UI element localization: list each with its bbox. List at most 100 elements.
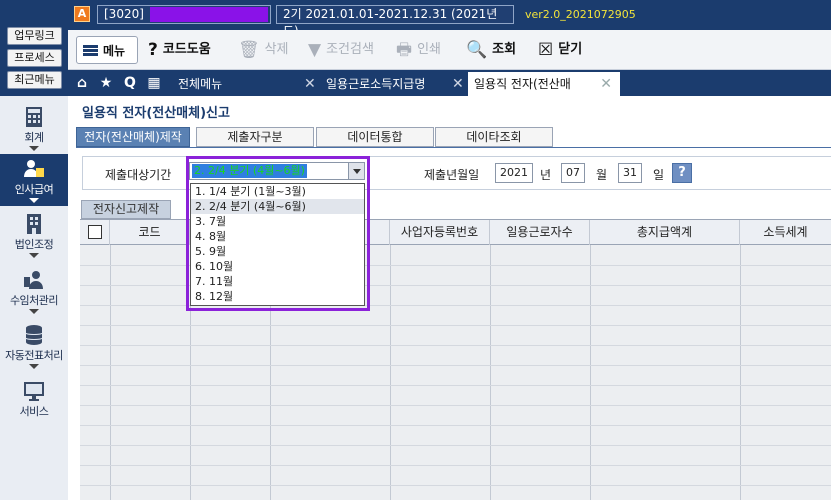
dropdown-option[interactable]: 2. 2/4 분기 (4월~6월) [191,199,364,214]
nav-auto-voucher[interactable]: 자동전표처리 [0,324,68,376]
nav-label: 회계 [24,131,44,144]
period-label: 제출대상기간 [105,168,172,182]
database-icon [25,325,43,345]
building-icon [27,214,41,234]
query-button[interactable]: 🔍 조회 [466,36,516,64]
grid-divider [590,245,591,500]
search-icon: 🔍 [466,40,488,60]
nav-accounting[interactable]: 회계 [0,106,68,156]
quick-link-business[interactable]: 업무링크 [7,27,62,45]
grid-row-line [80,385,831,386]
header-worker-count[interactable]: 일용근로자수 [490,220,590,245]
nav-payroll[interactable]: 인사급여 [0,154,68,206]
menu-button[interactable]: 메뉴 [76,36,138,64]
grid-row-line [80,365,831,366]
code-help-button[interactable]: ? 코드도움 [148,36,211,64]
filter-icon: ▼ [308,40,322,60]
search-q-icon[interactable]: Q [120,73,140,93]
nav-label: 수임처관리 [9,294,59,307]
star-icon[interactable]: ★ [96,73,116,93]
period-dropdown-list[interactable]: 1. 1/4 분기 (1월~3월) 2. 2/4 분기 (4월~6월) 3. 7… [190,183,365,306]
day-unit: 일 [653,168,665,182]
nav-client[interactable]: 수임처관리 [0,269,68,319]
dropdown-option[interactable]: 3. 7월 [191,214,364,229]
subtab-data-view[interactable]: 데이타조회 [435,127,553,147]
query-label: 조회 [492,42,517,57]
nav-label: 서비스 [19,405,49,418]
redacted-company-name [150,7,268,22]
monitor-icon [24,382,44,401]
delete-label: 삭제 [264,42,289,57]
chevron-down-icon [29,364,39,369]
close-tab-icon[interactable]: ✕ [304,72,316,96]
menu-button-label: 메뉴 [103,44,126,58]
calculator-icon [26,107,42,127]
quick-link-recent[interactable]: 최근메뉴 [7,71,62,89]
tab-daily-income[interactable]: ✕ 일용근로소득지급명 [304,72,452,96]
close-label: 닫기 [558,42,583,57]
company-code-text: [3020] [104,7,144,21]
header-checkbox-cell[interactable] [80,220,110,245]
nav-label: 인사급여 [14,183,54,196]
dropdown-option[interactable]: 1. 1/4 분기 (1월~3월) [191,184,364,199]
nav-label: 법인조정 [14,238,54,251]
trash-icon: 🗑 [238,40,260,60]
dropdown-option[interactable]: 4. 8월 [191,229,364,244]
grid-row-line [80,465,831,466]
subtab-electronic-make[interactable]: 전자(전산매체)제작 [76,127,190,147]
header-code[interactable]: 코드 [110,220,190,245]
month-unit: 월 [596,168,608,182]
company-code: [3020] [97,5,271,24]
help-button[interactable]: ? [672,163,692,183]
day-input[interactable]: 31 [618,163,642,183]
person-icon [24,271,43,289]
fiscal-period: 2기 2021.01.01-2021.12.31 (2021년도) [276,5,514,38]
dropdown-option[interactable]: 6. 10월 [191,259,364,274]
grid-divider [390,245,391,500]
grid-row-line [80,325,831,326]
tab-all-menu[interactable]: 전체메뉴 [174,72,304,96]
dropdown-option[interactable]: 7. 11월 [191,274,364,289]
close-tab-icon[interactable]: ✕ [452,72,464,96]
select-all-checkbox[interactable] [88,225,102,239]
chevron-down-icon [29,309,39,314]
year-unit: 년 [540,168,552,182]
subtab-submitter[interactable]: 제출자구분 [196,127,314,147]
delete-button[interactable]: 🗑 삭제 [238,36,289,64]
tab-label: 전체메뉴 [178,77,223,91]
header-total-payment[interactable]: 총지급액계 [590,220,740,245]
tab-daily-electronic[interactable]: 일용직 전자(전산매 ✕ [468,72,620,96]
question-icon: ? [148,40,158,60]
print-button[interactable]: 🖶 인쇄 [396,36,441,64]
main-content: 일용직 전자(전산매체)신고 전자(전산매체)제작 제출자구분 데이터통합 데이… [68,96,831,500]
search-condition-button[interactable]: ▼ 조건검색 [308,36,374,64]
app-logo-icon: A [74,6,90,22]
header-income-tax[interactable]: 소득세계 [740,220,831,245]
version-label: ver2.0_2021072905 [525,8,636,21]
grid-row-line [80,485,831,486]
dropdown-option[interactable]: 5. 9월 [191,244,364,259]
code-help-label: 코드도움 [162,42,211,57]
dropdown-option[interactable]: 8. 12월 [191,289,364,304]
subtab-electronic-report[interactable]: 전자신고제작 [81,200,171,219]
header-business-number[interactable]: 사업자등록번호 [390,220,490,245]
close-tab-icon[interactable]: ✕ [600,72,612,96]
title-bar: 🔒 – ✕ A [3020] 2기 2021.01.01-2021.12.31 … [0,0,831,38]
subtab-data-merge[interactable]: 데이터통합 [316,127,434,147]
hamburger-icon [83,45,98,56]
search-condition-label: 조건검색 [326,42,374,57]
nav-service[interactable]: 서비스 [0,380,68,420]
nav-corporate[interactable]: 법인조정 [0,213,68,263]
grid-icon[interactable]: ▦ [144,73,164,93]
quick-link-process[interactable]: 프로세스 [7,49,62,67]
home-icon[interactable]: ⌂ [72,73,92,93]
year-input[interactable]: 2021 [495,163,533,183]
close-button[interactable]: ☒ 닫기 [538,36,582,64]
chevron-down-icon [29,198,39,203]
tab-label: 일용근로소득지급명 [326,77,426,91]
left-pane: 업무링크 프로세스 최근메뉴 회계 인사급여 법인조정 수임처관리 자동전표처리 [0,0,68,500]
date-label: 제출년월일 [424,168,480,182]
month-input[interactable]: 07 [561,163,585,183]
chevron-down-icon [29,146,39,151]
grid-divider [740,245,741,500]
